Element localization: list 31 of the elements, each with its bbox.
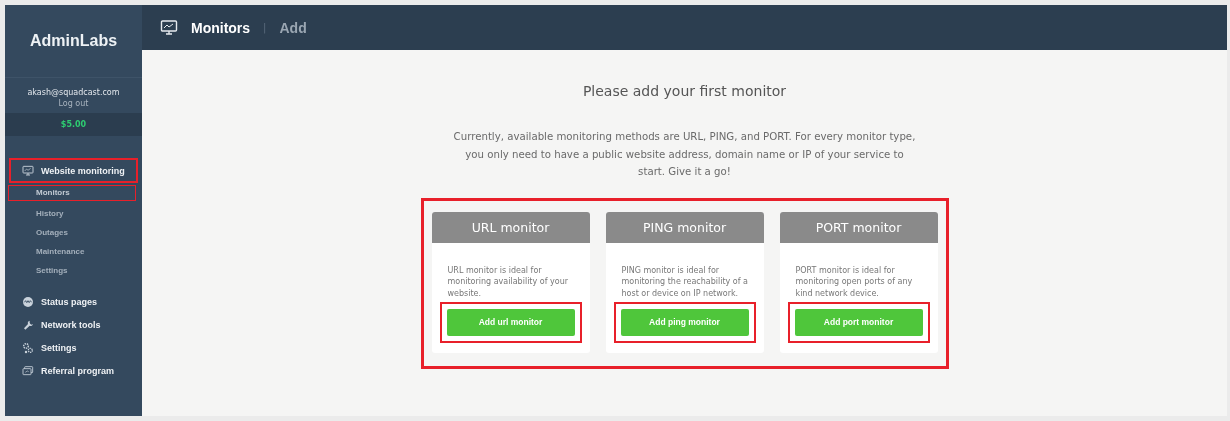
wrench-icon	[22, 318, 34, 331]
nav-item[interactable]: Network tools	[9, 313, 138, 336]
card-header: PING monitor	[605, 211, 764, 243]
submenu-item[interactable]: History	[8, 204, 136, 223]
nav-item[interactable]: Settings	[9, 336, 138, 359]
submenu-item[interactable]: Outages	[8, 223, 136, 242]
monitor-icon	[160, 18, 178, 37]
user-email: akash@squadcast.com	[27, 88, 120, 97]
card-description: PING monitor is ideal for monitoring the reachability of a host or device on IP network.	[621, 264, 749, 300]
submenu-item[interactable]: Maintenance	[8, 242, 136, 261]
page-title: Monitors	[191, 19, 251, 36]
logo-text: AdminLabs	[29, 32, 118, 50]
submenu-item[interactable]: Monitors	[8, 185, 136, 201]
logout-link[interactable]: Log out	[58, 99, 89, 108]
card-description: URL monitor is ideal for monitoring availability of your website.	[447, 264, 569, 300]
nav-item[interactable]: Status pages	[9, 290, 138, 313]
cards-icon	[22, 364, 34, 377]
intro-text: Currently, available monitoring methods are URL, PING, and PORT. For every monitor type, you only need to have a public website address, domain name or IP of your service to start. Give it a go!	[452, 130, 917, 179]
breadcrumb-separator: |	[263, 22, 267, 33]
wave-circle-icon	[22, 295, 34, 308]
gears-icon	[22, 341, 34, 354]
monitor-icon	[22, 164, 34, 177]
card-header: URL monitor	[431, 211, 590, 243]
nav-item[interactable]: Website monitoring	[9, 158, 138, 183]
heading: Please add your first monitor	[582, 83, 787, 99]
page-subtitle: Add	[279, 19, 307, 36]
nav-item[interactable]: Referral program	[9, 359, 138, 382]
balance-amount: $5.00	[60, 120, 87, 129]
submenu-item[interactable]: Settings	[8, 261, 136, 280]
card-description: PORT monitor is ideal for monitoring open ports of any kind network device.	[795, 264, 914, 300]
card-header: PORT monitor	[779, 211, 938, 243]
